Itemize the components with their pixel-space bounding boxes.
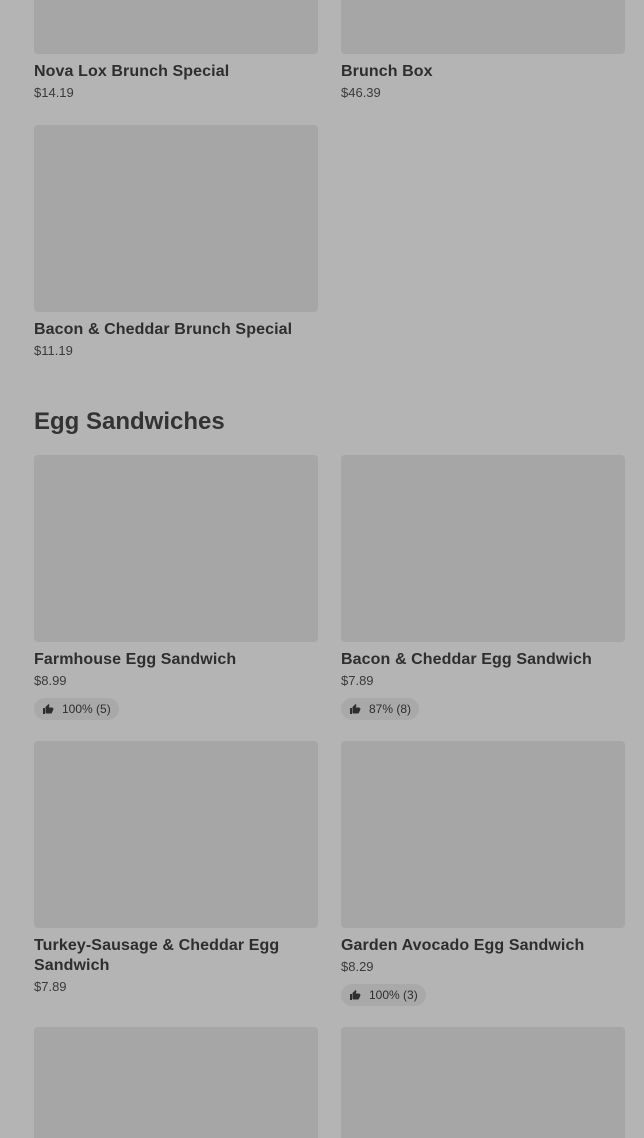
item-price: $46.39 bbox=[341, 85, 381, 100]
item-name: Brunch Box bbox=[341, 63, 433, 80]
item-price: $14.19 bbox=[34, 85, 74, 100]
item-name: Garden Avocado Egg Sandwich bbox=[341, 937, 585, 954]
item-price: $7.89 bbox=[34, 979, 67, 994]
item-price: $8.99 bbox=[34, 673, 67, 688]
item-image[interactable] bbox=[341, 1027, 625, 1138]
menu-item-card[interactable]: Garden Avocado Egg Sandwich $8.29 100% (… bbox=[341, 741, 625, 1006]
item-price: $8.29 bbox=[341, 959, 374, 974]
item-price: $11.19 bbox=[34, 343, 73, 358]
menu-item-card[interactable]: Bacon & Cheddar Brunch Special $11.19 bbox=[34, 125, 318, 360]
item-image[interactable] bbox=[34, 0, 318, 54]
menu-item-card[interactable] bbox=[34, 1027, 318, 1138]
rating-text: 87% (8) bbox=[369, 702, 412, 716]
item-price: $7.89 bbox=[341, 673, 374, 688]
menu-page: Nova Lox Brunch Special $14.19 Brunch Bo… bbox=[0, 0, 644, 1138]
menu-item-card[interactable] bbox=[341, 1027, 625, 1138]
item-name: Bacon & Cheddar Brunch Special bbox=[34, 321, 293, 338]
item-image[interactable] bbox=[341, 741, 625, 928]
item-image[interactable] bbox=[34, 741, 318, 928]
menu-item-card[interactable]: Farmhouse Egg Sandwich $8.99 100% (5) bbox=[34, 455, 318, 720]
menu-item-card[interactable]: Nova Lox Brunch Special $14.19 bbox=[34, 0, 318, 102]
menu-item-card[interactable]: Brunch Box $46.39 bbox=[341, 0, 625, 102]
item-name: Turkey-Sausage & Cheddar Egg Sandwich bbox=[34, 937, 280, 974]
thumbs-up-icon bbox=[43, 704, 54, 714]
section-title: Egg Sandwiches bbox=[34, 408, 225, 435]
item-name: Bacon & Cheddar Egg Sandwich bbox=[341, 651, 592, 668]
rating-text: 100% (5) bbox=[62, 702, 111, 716]
item-name: Farmhouse Egg Sandwich bbox=[34, 651, 237, 668]
thumbs-up-icon bbox=[350, 990, 361, 1000]
item-name: Nova Lox Brunch Special bbox=[34, 63, 230, 80]
rating-badge: 100% (3) bbox=[341, 984, 426, 1006]
item-image[interactable] bbox=[341, 0, 625, 54]
item-image[interactable] bbox=[34, 125, 318, 312]
thumbs-up-icon bbox=[350, 704, 361, 714]
rating-text: 100% (3) bbox=[369, 988, 418, 1002]
menu-item-card[interactable]: Turkey-Sausage & Cheddar Egg Sandwich $7… bbox=[34, 741, 318, 996]
rating-badge: 100% (5) bbox=[34, 698, 119, 720]
item-image[interactable] bbox=[34, 455, 318, 642]
item-image[interactable] bbox=[34, 1027, 318, 1138]
item-image[interactable] bbox=[341, 455, 625, 642]
menu-item-card[interactable]: Bacon & Cheddar Egg Sandwich $7.89 87% (… bbox=[341, 455, 625, 720]
rating-badge: 87% (8) bbox=[341, 698, 420, 720]
